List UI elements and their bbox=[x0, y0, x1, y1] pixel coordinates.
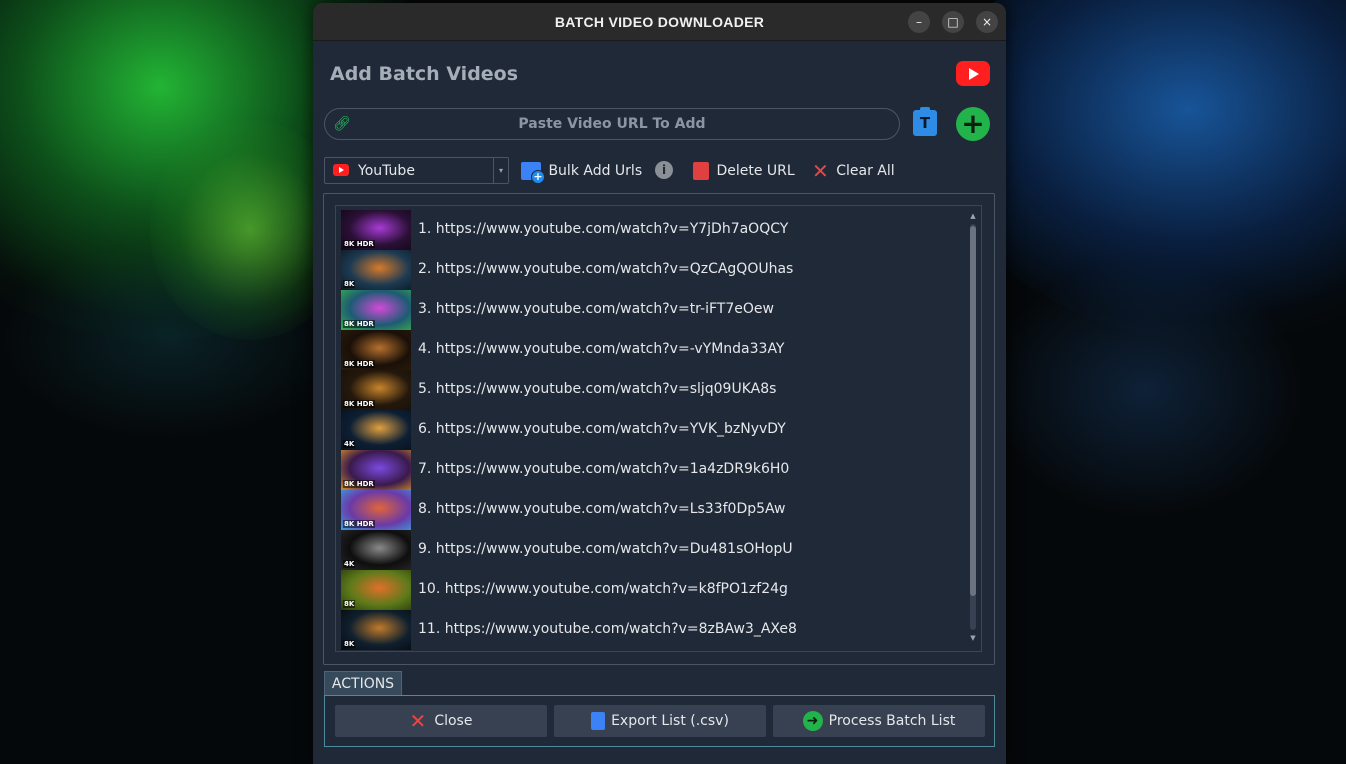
youtube-logo-icon bbox=[956, 61, 990, 86]
thumbnail-badge: 8K HDR bbox=[343, 400, 375, 408]
video-thumbnail: 8K HDR bbox=[341, 210, 411, 250]
url-input-placeholder: Paste Video URL To Add bbox=[518, 116, 706, 132]
export-list-button[interactable]: Export List (.csv) bbox=[554, 705, 766, 737]
video-url: 10. https://www.youtube.com/watch?v=k8fP… bbox=[418, 581, 788, 597]
page-title: Add Batch Videos bbox=[330, 63, 519, 85]
clear-icon: ✕ bbox=[812, 159, 829, 183]
platform-select[interactable]: YouTube ▾ bbox=[324, 157, 509, 184]
video-thumbnail: 8K HDR bbox=[341, 290, 411, 330]
scrollbar-thumb[interactable] bbox=[970, 226, 976, 596]
video-thumbnail: 8K HDR bbox=[341, 370, 411, 410]
video-list-item[interactable]: 8K HDR 8. https://www.youtube.com/watch?v… bbox=[341, 490, 961, 530]
url-input[interactable]: 🔗︎ Paste Video URL To Add bbox=[324, 108, 900, 140]
window-title: BATCH VIDEO DOWNLOADER bbox=[554, 14, 765, 30]
video-url: 1. https://www.youtube.com/watch?v=Y7jDh… bbox=[418, 221, 789, 237]
chevron-down-icon[interactable]: ▾ bbox=[493, 158, 508, 183]
video-thumbnail: 4K bbox=[341, 530, 411, 570]
video-url: 8. https://www.youtube.com/watch?v=Ls33f… bbox=[418, 501, 786, 517]
video-list-item[interactable]: 8K HDR 1. https://www.youtube.com/watch?v… bbox=[341, 210, 961, 250]
video-url: 5. https://www.youtube.com/watch?v=sljq0… bbox=[418, 381, 777, 397]
close-window-button[interactable]: × bbox=[976, 11, 998, 33]
thumbnail-badge: 8K HDR bbox=[343, 480, 375, 488]
list-scrollbar[interactable]: ▲ ▼ bbox=[969, 212, 977, 642]
thumbnail-badge: 8K bbox=[343, 640, 356, 648]
thumbnail-badge: 8K HDR bbox=[343, 320, 375, 328]
bulk-add-urls-button[interactable]: Bulk Add Urls bbox=[521, 161, 643, 184]
youtube-icon bbox=[333, 164, 349, 176]
video-list-item[interactable]: 8K 2. https://www.youtube.com/watch?v=QzC… bbox=[341, 250, 961, 290]
actions-tab[interactable]: ACTIONS bbox=[324, 671, 402, 696]
video-url: 6. https://www.youtube.com/watch?v=YVK_b… bbox=[418, 421, 786, 437]
scroll-down-icon[interactable]: ▼ bbox=[969, 634, 977, 642]
thumbnail-badge: 8K HDR bbox=[343, 520, 375, 528]
video-thumbnail: 8K bbox=[341, 570, 411, 610]
video-url: 7. https://www.youtube.com/watch?v=1a4zD… bbox=[418, 461, 790, 477]
bulk-add-icon bbox=[521, 162, 545, 184]
video-thumbnail: 8K HDR bbox=[341, 490, 411, 530]
close-icon: ✕ bbox=[409, 709, 427, 733]
scroll-up-icon[interactable]: ▲ bbox=[969, 212, 977, 220]
export-label: Export List (.csv) bbox=[611, 713, 729, 729]
video-thumbnail: 8K HDR bbox=[341, 450, 411, 490]
delete-url-label: Delete URL bbox=[716, 163, 795, 179]
video-url: 2. https://www.youtube.com/watch?v=QzCAg… bbox=[418, 261, 794, 277]
delete-url-button[interactable]: Delete URL bbox=[693, 161, 795, 181]
paste-clipboard-button[interactable]: T bbox=[913, 107, 937, 136]
thumbnail-badge: 8K HDR bbox=[343, 240, 375, 248]
process-batch-button[interactable]: ➜ Process Batch List bbox=[773, 705, 985, 737]
video-url: 3. https://www.youtube.com/watch?v=tr-iF… bbox=[418, 301, 774, 317]
video-list[interactable]: 8K HDR 1. https://www.youtube.com/watch?v… bbox=[335, 205, 982, 652]
video-list-item[interactable]: 8K 11. https://www.youtube.com/watch?v=8z… bbox=[341, 610, 961, 650]
video-list-item[interactable]: 8K HDR 5. https://www.youtube.com/watch?v… bbox=[341, 370, 961, 410]
minimize-button[interactable]: – bbox=[908, 11, 930, 33]
batch-downloader-window: BATCH VIDEO DOWNLOADER – □ × Add Batch V… bbox=[313, 3, 1006, 764]
video-list-item[interactable]: 8K HDR 3. https://www.youtube.com/watch?v… bbox=[341, 290, 961, 330]
title-bar[interactable]: BATCH VIDEO DOWNLOADER – □ × bbox=[313, 3, 1006, 41]
video-list-frame: 8K HDR 1. https://www.youtube.com/watch?v… bbox=[323, 193, 995, 665]
video-url: 11. https://www.youtube.com/watch?v=8zBA… bbox=[418, 621, 797, 637]
video-list-item[interactable]: 8K HDR 7. https://www.youtube.com/watch?v… bbox=[341, 450, 961, 490]
close-label: Close bbox=[434, 713, 473, 729]
thumbnail-badge: 8K bbox=[343, 280, 356, 288]
video-thumbnail: 4K bbox=[341, 410, 411, 450]
platform-selected-value: YouTube bbox=[358, 163, 415, 179]
video-list-item[interactable]: 4K 6. https://www.youtube.com/watch?v=YVK… bbox=[341, 410, 961, 450]
process-label: Process Batch List bbox=[828, 713, 956, 729]
video-thumbnail: 8K bbox=[341, 250, 411, 290]
video-list-item[interactable]: 8K 10. https://www.youtube.com/watch?v=k8… bbox=[341, 570, 961, 610]
info-icon[interactable]: i bbox=[655, 161, 673, 179]
thumbnail-badge: 4K bbox=[343, 440, 356, 448]
video-url: 4. https://www.youtube.com/watch?v=-vYMn… bbox=[418, 341, 785, 357]
thumbnail-badge: 8K bbox=[343, 600, 356, 608]
video-list-item[interactable]: 4K 9. https://www.youtube.com/watch?v=Du4… bbox=[341, 530, 961, 570]
add-url-button[interactable]: + bbox=[956, 107, 990, 141]
actions-panel: ✕ Close Export List (.csv) ➜ Process Batch… bbox=[324, 695, 995, 747]
arrow-right-icon: ➜ bbox=[802, 711, 823, 731]
bulk-add-label: Bulk Add Urls bbox=[548, 163, 643, 179]
trash-icon bbox=[693, 162, 709, 180]
maximize-button[interactable]: □ bbox=[942, 11, 964, 33]
close-button[interactable]: ✕ Close bbox=[335, 705, 547, 737]
video-thumbnail: 8K HDR bbox=[341, 330, 411, 370]
clipboard-icon: T bbox=[919, 114, 931, 132]
export-icon bbox=[591, 712, 606, 730]
clear-all-button[interactable]: ✕ Clear All bbox=[812, 161, 895, 181]
video-list-item[interactable]: 8K HDR 4. https://www.youtube.com/watch?v… bbox=[341, 330, 961, 370]
thumbnail-badge: 4K bbox=[343, 560, 356, 568]
video-thumbnail: 8K bbox=[341, 610, 411, 650]
clear-all-label: Clear All bbox=[836, 163, 895, 179]
video-url: 9. https://www.youtube.com/watch?v=Du481… bbox=[418, 541, 793, 557]
thumbnail-badge: 8K HDR bbox=[343, 360, 375, 368]
